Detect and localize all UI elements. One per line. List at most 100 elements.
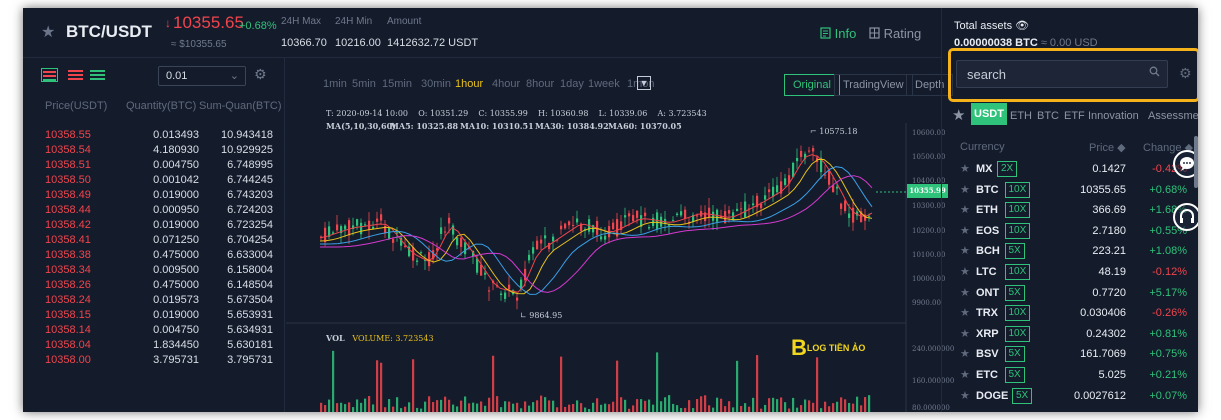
orderbook-both-view-icon[interactable] [41, 68, 58, 82]
candle-body [604, 235, 607, 240]
market-row[interactable]: ★ EOS 10X 2.7180 +0.55% [942, 222, 1198, 242]
market-list-scrollbar[interactable] [1194, 136, 1198, 188]
stat-24h-min-value: 10216.00 [335, 37, 381, 49]
market-row[interactable]: ★ MX 2X 0.1427 -0.42% [942, 160, 1198, 180]
timeframe-4hour[interactable]: 4hour [492, 78, 520, 90]
favorite-star-icon[interactable]: ★ [960, 368, 970, 381]
timeframe-30min[interactable]: 30min [421, 78, 451, 90]
timeframe-1hour[interactable]: 1hour [455, 78, 483, 90]
favorite-star-icon[interactable]: ★ [960, 162, 970, 175]
orderbook-row[interactable]: 10358.00 3.795731 3.795731 [23, 354, 285, 369]
market-search-input[interactable] [956, 60, 1168, 88]
favorite-star-icon[interactable]: ★ [960, 224, 970, 237]
market-row[interactable]: ★ ETC 5X 5.025 +0.21% [942, 366, 1198, 386]
support-float-button[interactable] [1173, 203, 1198, 231]
col-price-sort[interactable]: Price ◆ [1089, 141, 1126, 154]
tab-etf[interactable]: ETF [1064, 110, 1085, 122]
rating-icon [869, 27, 880, 39]
favorite-star-icon[interactable]: ★ [41, 22, 55, 42]
orderbook-row[interactable]: 10358.42 0.019000 6.723254 [23, 219, 285, 234]
volume-bar [752, 397, 755, 412]
volume-bar [524, 401, 527, 412]
market-row[interactable]: ★ TRX 10X 0.030406 -0.26% [942, 304, 1198, 324]
orderbook-buy-view-icon[interactable] [89, 68, 106, 82]
tab-btc[interactable]: BTC [1037, 110, 1059, 122]
candle-body [448, 217, 451, 224]
col-currency[interactable]: Currency [960, 141, 1005, 153]
price-down-arrow-icon: ↓ [165, 16, 171, 30]
tab-innovation[interactable]: Innovation [1088, 110, 1139, 122]
orderbook-row[interactable]: 10358.24 0.019573 5.673504 [23, 294, 285, 309]
volume-bar [376, 360, 379, 412]
favorite-star-icon[interactable]: ★ [960, 306, 970, 319]
ask-price: 10358.54 [45, 144, 91, 156]
timeframe-1week[interactable]: 1week [588, 78, 620, 90]
favorite-star-icon[interactable]: ★ [960, 347, 970, 360]
timeframe-1min[interactable]: 1min [323, 78, 347, 90]
market-row[interactable]: ★ BCH 5X 223.21 +1.08% [942, 242, 1198, 262]
orderbook-row[interactable]: 10358.49 0.019000 6.743203 [23, 189, 285, 204]
volume-bar [572, 403, 575, 412]
gear-icon[interactable]: ⚙ [1179, 65, 1192, 82]
candle-body [728, 210, 731, 214]
orderbook-row[interactable]: 10358.44 0.000950 6.724203 [23, 204, 285, 219]
orderbook-row[interactable]: 10358.15 0.019000 5.653931 [23, 309, 285, 324]
volume-bar [548, 400, 551, 412]
market-row[interactable]: ★ LTC 10X 48.19 -0.12% [942, 263, 1198, 283]
orderbook-row[interactable]: 10358.14 0.004750 5.634931 [23, 324, 285, 339]
orderbook-row[interactable]: 10358.54 4.180930 10.929925 [23, 144, 285, 159]
view-original-button[interactable]: Original [784, 74, 840, 96]
favorite-star-icon[interactable]: ★ [960, 183, 970, 196]
market-row[interactable]: ★ XRP 10X 0.24302 +0.81% [942, 325, 1198, 345]
orderbook-row[interactable]: 10358.51 0.004750 6.748995 [23, 159, 285, 174]
orderbook-row[interactable]: 10358.41 0.071250 6.704254 [23, 234, 285, 249]
leverage-badge: 5X [1004, 367, 1025, 383]
market-row[interactable]: ★ DOGE 5X 0.0027612 +0.07% [942, 387, 1198, 407]
coin-symbol: EOS [976, 224, 1000, 237]
favorite-star-icon[interactable]: ★ [960, 265, 970, 278]
tab-eth[interactable]: ETH [1010, 110, 1032, 122]
market-row[interactable]: ★ BTC 10X 10355.65 +0.68% [942, 181, 1198, 201]
favorite-star-icon[interactable]: ★ [960, 389, 970, 402]
tab-assessment[interactable]: Assessment [1148, 110, 1198, 122]
view-tradingview-button[interactable]: TradingView [834, 74, 913, 96]
favorite-star-icon[interactable]: ★ [960, 286, 970, 299]
market-row[interactable]: ★ ONT 5X 0.7720 +5.17% [942, 284, 1198, 304]
orderbook-row[interactable]: 10358.55 0.013493 10.943418 [23, 129, 285, 144]
search-icon[interactable] [1149, 66, 1160, 80]
favorite-star-icon[interactable]: ★ [960, 203, 970, 216]
favorite-star-icon[interactable]: ★ [960, 244, 970, 257]
orderbook-sell-view-icon[interactable] [67, 68, 84, 82]
orderbook-row[interactable]: 10358.34 0.009500 6.158004 [23, 264, 285, 279]
timeframe-15min[interactable]: 15min [382, 78, 412, 90]
favorite-star-icon[interactable]: ★ [960, 327, 970, 340]
orderbook-row[interactable]: 10358.04 1.834450 5.630181 [23, 339, 285, 354]
rating-button[interactable]: Rating [869, 26, 921, 41]
tab-usdt[interactable]: USDT [971, 103, 1007, 125]
eye-icon[interactable]: 👁 [1015, 20, 1029, 32]
col-sum-quantity: Sum-Quan(BTC) [199, 100, 282, 112]
volume-bar [560, 356, 563, 412]
volume-bar [660, 401, 663, 412]
precision-select[interactable]: 0.01 ⌄ [158, 66, 246, 86]
timeframe-8hour[interactable]: 8hour [526, 78, 554, 90]
volume-bar [384, 407, 387, 412]
volume-bar [728, 401, 731, 412]
trading-pair[interactable]: BTC/USDT [66, 22, 152, 42]
timeframe-5min[interactable]: 5min [352, 78, 376, 90]
timeframe-1day[interactable]: 1day [560, 78, 584, 90]
candlestick-chart[interactable] [286, 103, 941, 412]
market-row[interactable]: ★ ETH 10X 366.69 +1.68% [942, 201, 1198, 221]
timeframe-dropdown-icon[interactable]: ▼ [637, 76, 651, 90]
orderbook-row[interactable]: 10358.38 0.475000 6.633004 [23, 249, 285, 264]
orderbook-row[interactable]: 10358.50 0.001042 6.744245 [23, 174, 285, 189]
volume-bar [580, 403, 583, 412]
info-button[interactable]: Info [820, 26, 856, 41]
volume-bar [444, 396, 447, 412]
candle-body [364, 224, 367, 226]
market-row[interactable]: ★ BSV 5X 161.7069 +0.75% [942, 345, 1198, 365]
orderbook-row[interactable]: 10358.26 0.475000 6.148504 [23, 279, 285, 294]
favorites-star-icon[interactable]: ★ [952, 106, 965, 124]
volume-bar [364, 398, 367, 412]
gear-icon[interactable]: ⚙ [254, 66, 267, 83]
